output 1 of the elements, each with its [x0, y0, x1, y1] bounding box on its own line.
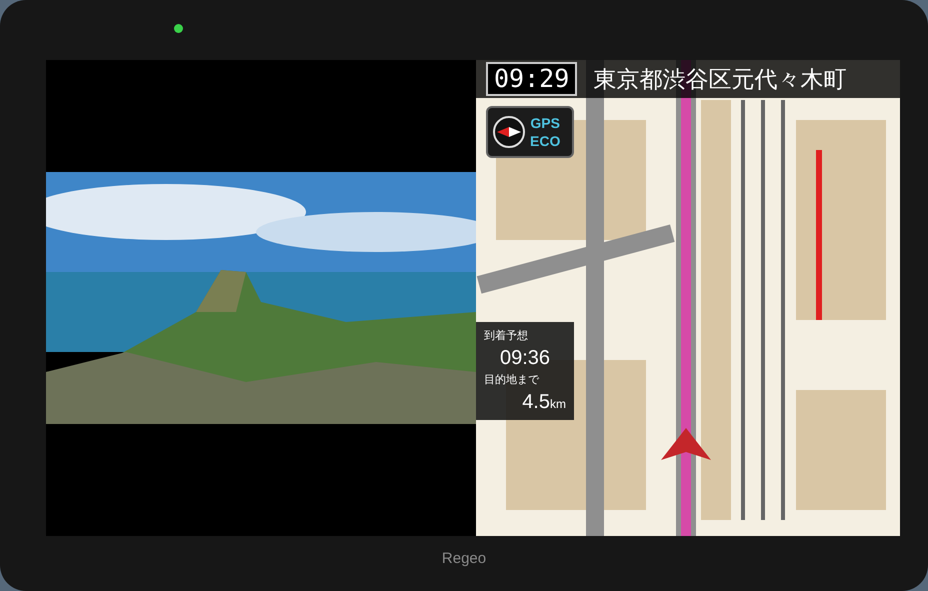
brand-logo: Regeo [442, 550, 486, 567]
